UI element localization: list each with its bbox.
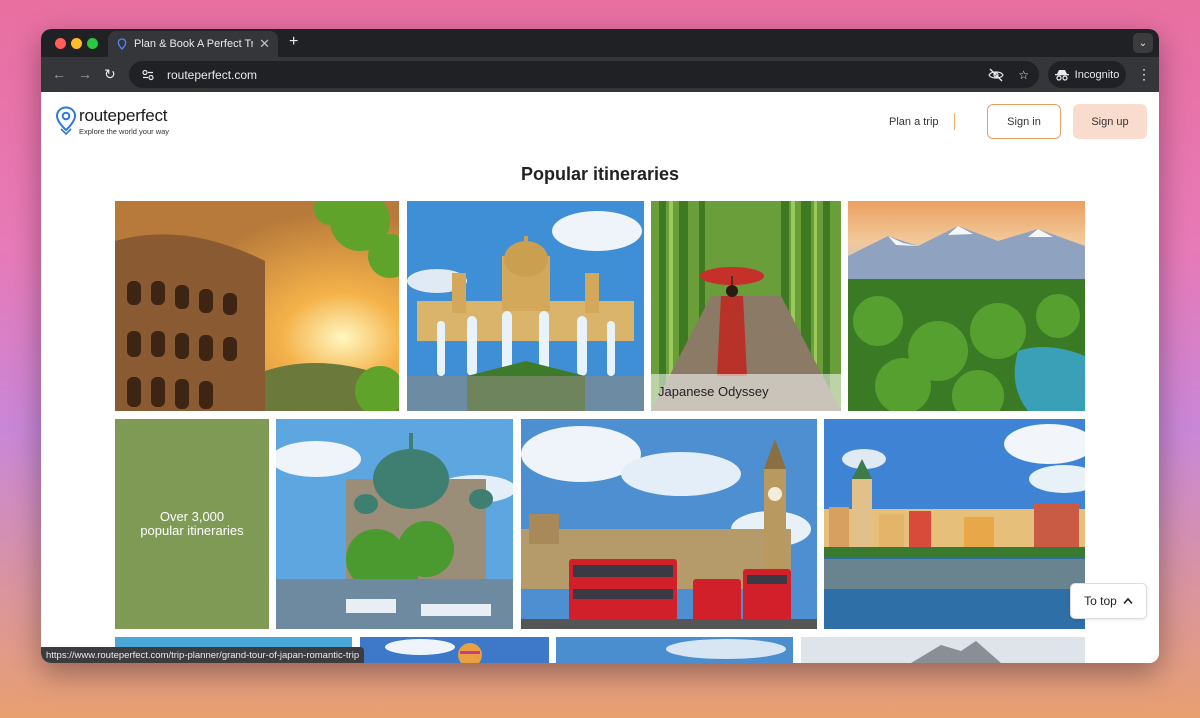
prague-riverside-image <box>824 419 1085 629</box>
logo-tagline: Explore the world your way <box>79 127 170 136</box>
forward-arrow-icon[interactable]: → <box>78 66 92 82</box>
tab-title: Plan & Book A Perfect Trip W <box>134 38 254 50</box>
tile-caption: Japanese Odyssey <box>651 374 841 411</box>
stat-line-label: popular itineraries <box>140 523 244 538</box>
maximize-window-button[interactable] <box>87 38 98 49</box>
berlin-cathedral-tile[interactable] <box>276 419 513 629</box>
active-tab[interactable]: Plan & Book A Perfect Trip W ✕ <box>108 31 278 57</box>
incognito-indicator[interactable]: Incognito <box>1048 61 1126 88</box>
colosseum-image <box>115 201 399 411</box>
barcelona-palace-tile[interactable] <box>407 201 644 411</box>
sign-in-button[interactable]: Sign in <box>987 104 1061 139</box>
hot-air-balloon-image <box>385 639 482 663</box>
to-top-button[interactable]: To top <box>1070 583 1147 619</box>
barcelona-palace-image <box>407 201 644 411</box>
london-westminster-tile[interactable] <box>521 419 817 629</box>
reload-icon[interactable]: ↻ <box>104 66 116 83</box>
row3-tile-2[interactable] <box>360 637 549 663</box>
big-ben-bus-image <box>521 419 817 629</box>
sky-clouds-image <box>666 639 786 659</box>
close-window-button[interactable] <box>55 38 66 49</box>
site-logo[interactable]: routeperfect Explore the world your way <box>55 106 169 136</box>
mountain-lake-image <box>848 201 1085 411</box>
itinerary-count-tile[interactable]: Over 3,000 popular itineraries <box>115 419 269 629</box>
back-arrow-icon[interactable]: ← <box>52 66 66 82</box>
section-title: Popular itineraries <box>520 164 680 184</box>
prague-riverside-tile[interactable] <box>824 419 1085 629</box>
location-pin-icon <box>117 38 127 50</box>
japanese-odyssey-tile[interactable]: Japanese Odyssey <box>651 201 841 411</box>
close-tab-icon[interactable]: ✕ <box>259 36 270 52</box>
address-bar[interactable]: routeperfect.com ☆ <box>129 61 1039 88</box>
location-pin-logo-icon <box>55 106 77 136</box>
new-zealand-landscape-tile[interactable] <box>848 201 1085 411</box>
colosseum-rome-tile[interactable] <box>115 201 399 411</box>
bookmark-star-icon[interactable]: ☆ <box>1018 68 1029 82</box>
mountain-peak-image <box>911 641 1001 663</box>
chevron-up-icon <box>1123 597 1133 605</box>
browser-window: Plan & Book A Perfect Trip W ✕ + ⌄ ← → ↻… <box>41 29 1159 663</box>
nav-divider <box>954 113 955 130</box>
incognito-label: Incognito <box>1074 68 1120 81</box>
tab-search-chevron-icon[interactable]: ⌄ <box>1133 33 1153 53</box>
row3-tile-3[interactable] <box>556 637 793 663</box>
minimize-window-button[interactable] <box>71 38 82 49</box>
new-tab-button[interactable]: + <box>289 33 298 51</box>
plan-a-trip-link[interactable]: Plan a trip <box>889 116 939 128</box>
link-status-bar: https://www.routeperfect.com/trip-planne… <box>41 647 365 663</box>
tab-strip: Plan & Book A Perfect Trip W ✕ + ⌄ <box>41 29 1159 57</box>
to-top-label: To top <box>1084 594 1117 608</box>
url-text: routeperfect.com <box>167 67 258 82</box>
browser-menu-icon[interactable]: ⋮ <box>1137 66 1151 83</box>
sign-up-button[interactable]: Sign up <box>1073 104 1147 139</box>
stat-line-count: Over 3,000 <box>159 509 225 524</box>
berlin-cathedral-image <box>276 419 513 629</box>
logo-wordmark: routeperfect <box>79 106 168 125</box>
incognito-icon <box>1054 69 1069 81</box>
eye-slash-icon[interactable] <box>988 68 1004 82</box>
browser-toolbar: ← → ↻ routeperfect.com ☆ Incognito ⋮ <box>41 57 1159 92</box>
row3-tile-4[interactable] <box>801 637 1085 663</box>
site-settings-icon[interactable] <box>141 68 155 82</box>
web-page: routeperfect Explore the world your way … <box>41 92 1159 663</box>
